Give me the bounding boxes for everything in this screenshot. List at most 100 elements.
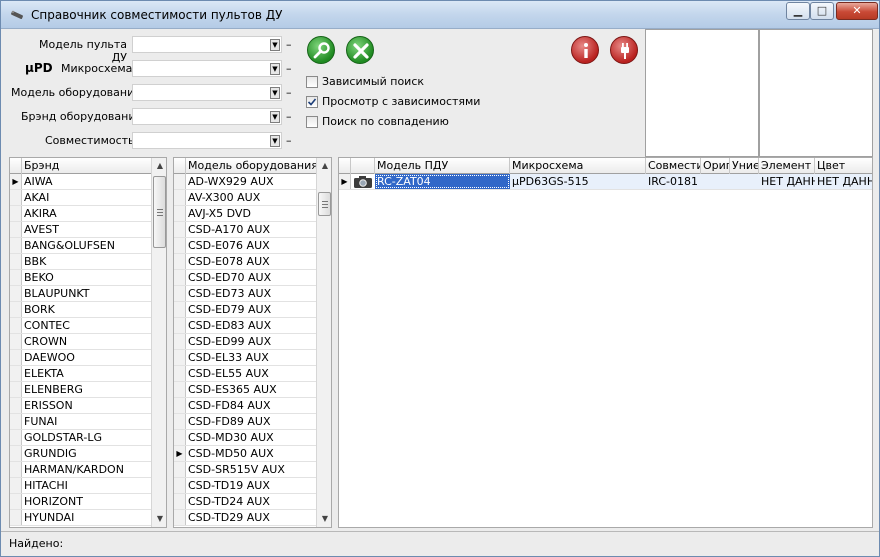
info-button[interactable] [571,36,599,64]
col-power-element[interactable]: Элемент г [759,158,815,174]
list-item[interactable]: FUNAI [10,414,151,430]
row-indicator [10,462,22,477]
list-item[interactable]: CSD-FD89 AUX [174,414,316,430]
list-item[interactable]: CSD-ED70 AUX [174,270,316,286]
cell-color[interactable]: НЕТ ДАНН [815,174,872,189]
remote-image-back [759,29,873,157]
chevron-down-icon[interactable]: ▼ [270,135,280,147]
list-item[interactable]: CSD-E076 AUX [174,238,316,254]
col-remote-model[interactable]: Модель ПДУ [375,158,510,174]
clear-button[interactable] [346,36,374,64]
match-search-checkbox[interactable] [306,116,318,128]
chevron-down-icon[interactable]: ▼ [270,111,280,123]
view-with-dependencies-checkbox[interactable] [306,96,318,108]
list-item-label: CSD-A170 AUX [188,223,270,236]
model-scrollbar[interactable]: ▲ ▼ [316,158,331,527]
list-item[interactable]: CROWN [10,334,151,350]
list-item[interactable]: CSD-ED73 AUX [174,286,316,302]
list-item[interactable]: GRUNDIG [10,446,151,462]
list-item[interactable]: BEKO [10,270,151,286]
view-with-dependencies-label[interactable]: Просмотр с зависимостями [322,95,480,108]
search-button[interactable] [307,36,335,64]
model-indicator-header [174,158,186,174]
list-item[interactable]: ELEKTA [10,366,151,382]
dependent-search-checkbox[interactable] [306,76,318,88]
chevron-down-icon[interactable]: ▼ [270,39,280,51]
brand-column-header[interactable]: Брэнд [22,158,152,174]
list-item[interactable]: AVJ-X5 DVD [174,206,316,222]
list-item[interactable]: HITACHI [10,478,151,494]
col-original[interactable]: Ориг [701,158,730,174]
list-item[interactable]: BLAUPUNKT [10,286,151,302]
list-item[interactable]: BORK [10,302,151,318]
list-item[interactable]: AD-WX929 AUX [174,174,316,190]
brand-grid: Брэнд ▶ AIWA AKAI AKIRA AVEST BANG&OLUFSEN BBK… [9,157,167,528]
maximize-button[interactable]: □ [810,2,834,20]
cell-universal[interactable] [730,174,759,189]
list-item[interactable]: BANG&OLUFSEN [10,238,151,254]
list-item[interactable]: CONTEC [10,318,151,334]
list-item[interactable]: ▶ AIWA [10,174,151,190]
title-bar[interactable]: Справочник совместимости пультов ДУ ▁ □ … [1,1,879,29]
list-item[interactable]: GOLDSTAR-LG [10,430,151,446]
match-search-label[interactable]: Поиск по совпадению [322,115,449,128]
remote-model-combo[interactable]: ▼ [132,36,282,53]
model-scroll-thumb[interactable] [318,192,331,216]
list-item[interactable]: ▶ CSD-MD50 AUX [174,446,316,462]
cell-original[interactable] [701,174,730,189]
list-item[interactable]: CSD-ED83 AUX [174,318,316,334]
list-item[interactable]: CSD-ED79 AUX [174,302,316,318]
cell-power-element[interactable]: НЕТ ДАНН [759,174,815,189]
list-item[interactable]: HARMAN/KARDON [10,462,151,478]
brand-scroll-down-arrow[interactable]: ▼ [152,511,166,527]
cell-compatibility[interactable]: IRC-0181 [646,174,701,189]
chevron-down-icon[interactable]: ▼ [270,87,280,99]
compatibility-combo[interactable]: ▼ [132,132,282,149]
minimize-button[interactable]: ▁ [786,2,810,20]
list-item[interactable]: AKIRA [10,206,151,222]
brand-scroll-thumb[interactable] [153,176,166,248]
list-item[interactable]: CSD-ED99 AUX [174,334,316,350]
dependent-search-label[interactable]: Зависимый поиск [322,75,424,88]
list-item[interactable]: CSD-FD84 AUX [174,398,316,414]
list-item[interactable]: CSD-TD24 AUX [174,494,316,510]
plug-icon [621,43,629,59]
list-item[interactable]: ERISSON [10,398,151,414]
list-item[interactable]: CSD-EL55 AUX [174,366,316,382]
chip-combo[interactable]: ▼ [132,60,282,77]
cell-chip[interactable]: µPD63GS-515 [510,174,646,189]
col-color[interactable]: Цвет [815,158,872,174]
list-item[interactable]: ELENBERG [10,382,151,398]
col-chip[interactable]: Микросхема [510,158,646,174]
brand-scroll-up-arrow[interactable]: ▲ [152,158,166,174]
list-item[interactable]: CSD-A170 AUX [174,222,316,238]
col-compatibility[interactable]: Совмести [646,158,701,174]
list-item[interactable]: CSD-EL33 AUX [174,350,316,366]
list-item[interactable]: AV-X300 AUX [174,190,316,206]
model-scroll-down-arrow[interactable]: ▼ [317,511,331,527]
brand-scrollbar[interactable]: ▲ ▼ [151,158,166,527]
equipment-model-combo[interactable]: ▼ [132,84,282,101]
list-item[interactable]: CSD-MD30 AUX [174,430,316,446]
model-column-header[interactable]: Модель оборудования [186,158,317,174]
col-universal[interactable]: Униє [730,158,759,174]
chevron-down-icon[interactable]: ▼ [270,63,280,75]
cell-remote-model[interactable]: RC-ZAT04 [375,174,510,189]
table-row[interactable]: ▶ RC-ZAT04 µPD63GS-515 IRC-0181 НЕТ ДАНН… [339,174,872,190]
list-item[interactable]: AVEST [10,222,151,238]
list-item[interactable]: CSD-SR515V AUX [174,462,316,478]
list-item[interactable]: HYUNDAI [10,510,151,526]
list-item[interactable]: BBK [10,254,151,270]
list-item[interactable]: CSD-TD19 AUX [174,478,316,494]
list-item[interactable]: DAEWOO [10,350,151,366]
row-indicator [174,366,186,381]
model-scroll-up-arrow[interactable]: ▲ [317,158,331,174]
list-item[interactable]: HORIZONT [10,494,151,510]
list-item[interactable]: CSD-ES365 AUX [174,382,316,398]
list-item[interactable]: CSD-TD29 AUX [174,510,316,526]
list-item[interactable]: CSD-E078 AUX [174,254,316,270]
list-item[interactable]: AKAI [10,190,151,206]
exit-button[interactable] [610,36,638,64]
equipment-brand-combo[interactable]: ▼ [132,108,282,125]
close-button[interactable]: ✕ [836,2,878,20]
